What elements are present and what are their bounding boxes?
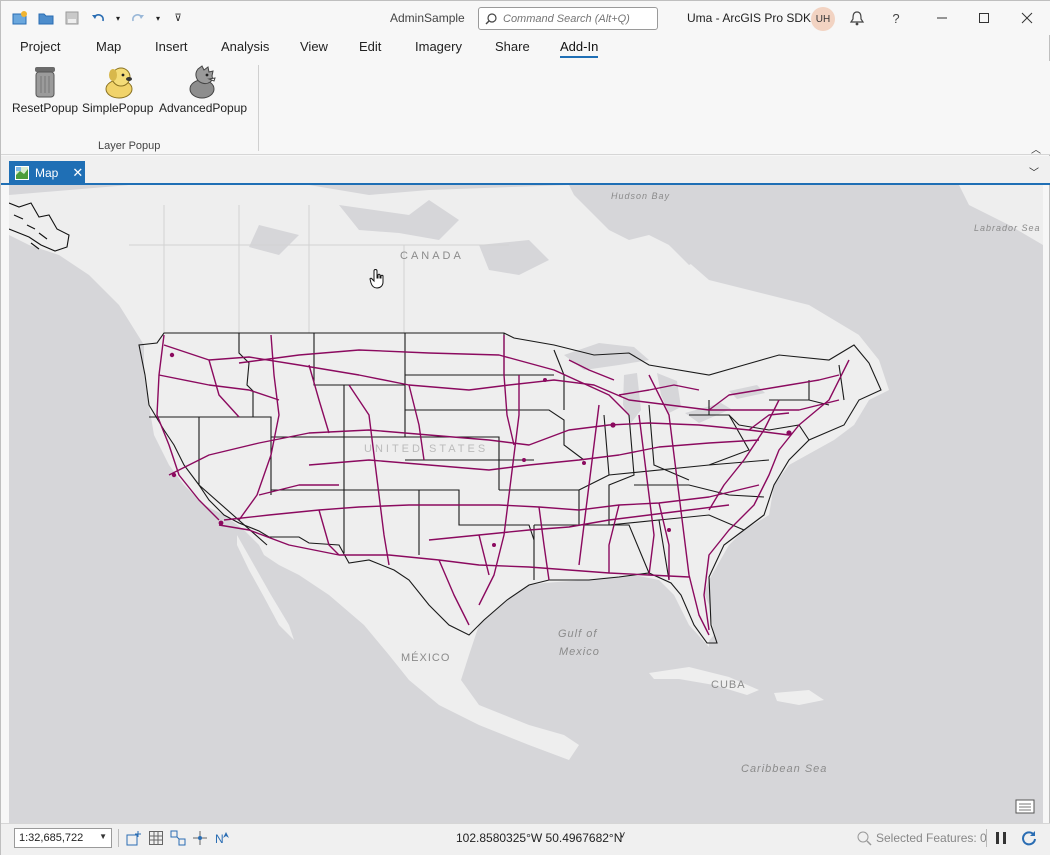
snapping-icon[interactable] xyxy=(169,829,187,847)
maximize-icon[interactable] xyxy=(964,5,1004,31)
scale-dropdown[interactable]: 1:32,685,722 ▼ xyxy=(14,828,112,848)
redo-dropdown-icon[interactable]: ▾ xyxy=(153,8,163,28)
map-label-gulf-1: Gulf of xyxy=(558,628,598,640)
map-label-canada: CANADA xyxy=(400,250,464,262)
bell-icon[interactable] xyxy=(848,9,866,27)
undo-dropdown-icon[interactable]: ▾ xyxy=(113,8,123,28)
reset-popup-label: ResetPopup xyxy=(12,101,79,115)
map-label-gulf-2: Mexico xyxy=(559,646,600,658)
help-icon[interactable]: ? xyxy=(887,9,905,27)
constraints-icon[interactable] xyxy=(191,829,209,847)
tab-imagery[interactable]: Imagery xyxy=(415,39,462,54)
ribbon: ResetPopup SimplePopup AdvancedPopup Lay… xyxy=(1,61,1050,156)
view-tab-strip: Map ✕ xyxy=(1,156,1050,184)
svg-text:N: N xyxy=(215,832,224,846)
map-label-hudson-bay: Hudson Bay xyxy=(611,191,671,201)
tab-analysis[interactable]: Analysis xyxy=(221,39,269,54)
reset-popup-button[interactable]: ResetPopup xyxy=(12,63,78,115)
map-view-tab[interactable]: Map ✕ xyxy=(9,161,85,184)
map-icon xyxy=(15,165,29,180)
chevron-down-icon: ▼ xyxy=(99,832,107,841)
group-separator xyxy=(258,65,259,151)
status-separator xyxy=(986,829,987,847)
customize-toolbar-icon[interactable]: ⊽ xyxy=(167,8,189,28)
collapse-ribbon-icon[interactable]: ︿ xyxy=(1031,141,1041,156)
tab-insert[interactable]: Insert xyxy=(155,39,188,54)
basemap xyxy=(9,185,1043,760)
scale-value: 1:32,685,722 xyxy=(19,832,84,844)
new-project-icon[interactable] xyxy=(9,8,31,28)
tab-edit[interactable]: Edit xyxy=(359,39,381,54)
avatar[interactable]: UH xyxy=(811,7,835,31)
selected-features-icon xyxy=(855,829,873,847)
status-bar: 1:32,685,722 ▼ N 102.8580325°W 50.496768… xyxy=(1,823,1050,855)
quick-access-toolbar: ▾ ▾ ⊽ xyxy=(9,8,189,28)
tab-map[interactable]: Map xyxy=(96,39,121,54)
ribbon-tabs: Project Map Insert Analysis View Edit Im… xyxy=(1,35,1050,61)
user-label: Uma - ArcGIS Pro SDK xyxy=(687,11,812,25)
map-add-icon[interactable] xyxy=(125,829,143,847)
map-tab-label: Map xyxy=(35,165,59,180)
document-title: AdminSample xyxy=(390,11,465,25)
north-arrow-icon[interactable]: N xyxy=(213,829,231,847)
tab-project[interactable]: Project xyxy=(20,39,60,54)
group-label: Layer Popup xyxy=(98,140,161,152)
map-label-cuba: CUBA xyxy=(711,679,746,691)
map-label-usa: UNITED STATES xyxy=(364,443,489,455)
status-separator xyxy=(118,829,119,847)
simple-popup-label: SimplePopup xyxy=(82,101,154,115)
arcgis-pro-window: ▾ ▾ ⊽ AdminSample Uma - ArcGIS Pro SDK U… xyxy=(0,0,1050,855)
minimize-icon[interactable] xyxy=(922,5,962,31)
advanced-popup-label: AdvancedPopup xyxy=(159,101,248,115)
search-icon xyxy=(485,12,497,24)
tab-share[interactable]: Share xyxy=(495,39,530,54)
tab-add-in[interactable]: Add-In xyxy=(560,39,599,58)
undo-icon[interactable] xyxy=(87,8,109,28)
pause-drawing-icon[interactable] xyxy=(992,829,1010,847)
simple-popup-button[interactable]: SimplePopup xyxy=(82,63,153,115)
command-search[interactable] xyxy=(478,7,658,30)
selected-features-label: Selected Features: 0 xyxy=(876,831,987,845)
dinosaur-icon xyxy=(183,63,223,99)
map-label-caribbean: Caribbean Sea xyxy=(741,763,828,775)
redo-icon[interactable] xyxy=(127,8,149,28)
grid-icon[interactable] xyxy=(147,829,165,847)
advanced-popup-button[interactable]: AdvancedPopup xyxy=(159,63,247,115)
close-icon[interactable] xyxy=(1007,5,1047,31)
command-search-input[interactable] xyxy=(503,12,653,25)
tab-view[interactable]: View xyxy=(300,39,328,54)
save-project-icon[interactable] xyxy=(61,8,83,28)
coordinates-format-dropdown-icon[interactable]: ˅ xyxy=(619,830,625,842)
close-tab-icon[interactable]: ✕ xyxy=(72,165,83,181)
map-label-mexico: MÉXICO xyxy=(401,652,451,664)
map-view[interactable]: CANADA UNITED STATES MÉXICO Gulf of Mexi… xyxy=(9,185,1043,823)
refresh-icon[interactable] xyxy=(1020,829,1038,847)
open-project-icon[interactable] xyxy=(35,8,57,28)
trash-can-icon xyxy=(25,63,65,99)
map-label-labrador-sea: Labrador Sea xyxy=(974,223,1041,233)
tab-list-dropdown-icon[interactable]: ﹀ xyxy=(1029,164,1039,179)
cursor-coordinates: 102.8580325°W 50.4967682°N xyxy=(456,831,623,845)
dog-icon xyxy=(98,63,138,99)
title-bar: ▾ ▾ ⊽ AdminSample Uma - ArcGIS Pro SDK U… xyxy=(1,1,1050,35)
